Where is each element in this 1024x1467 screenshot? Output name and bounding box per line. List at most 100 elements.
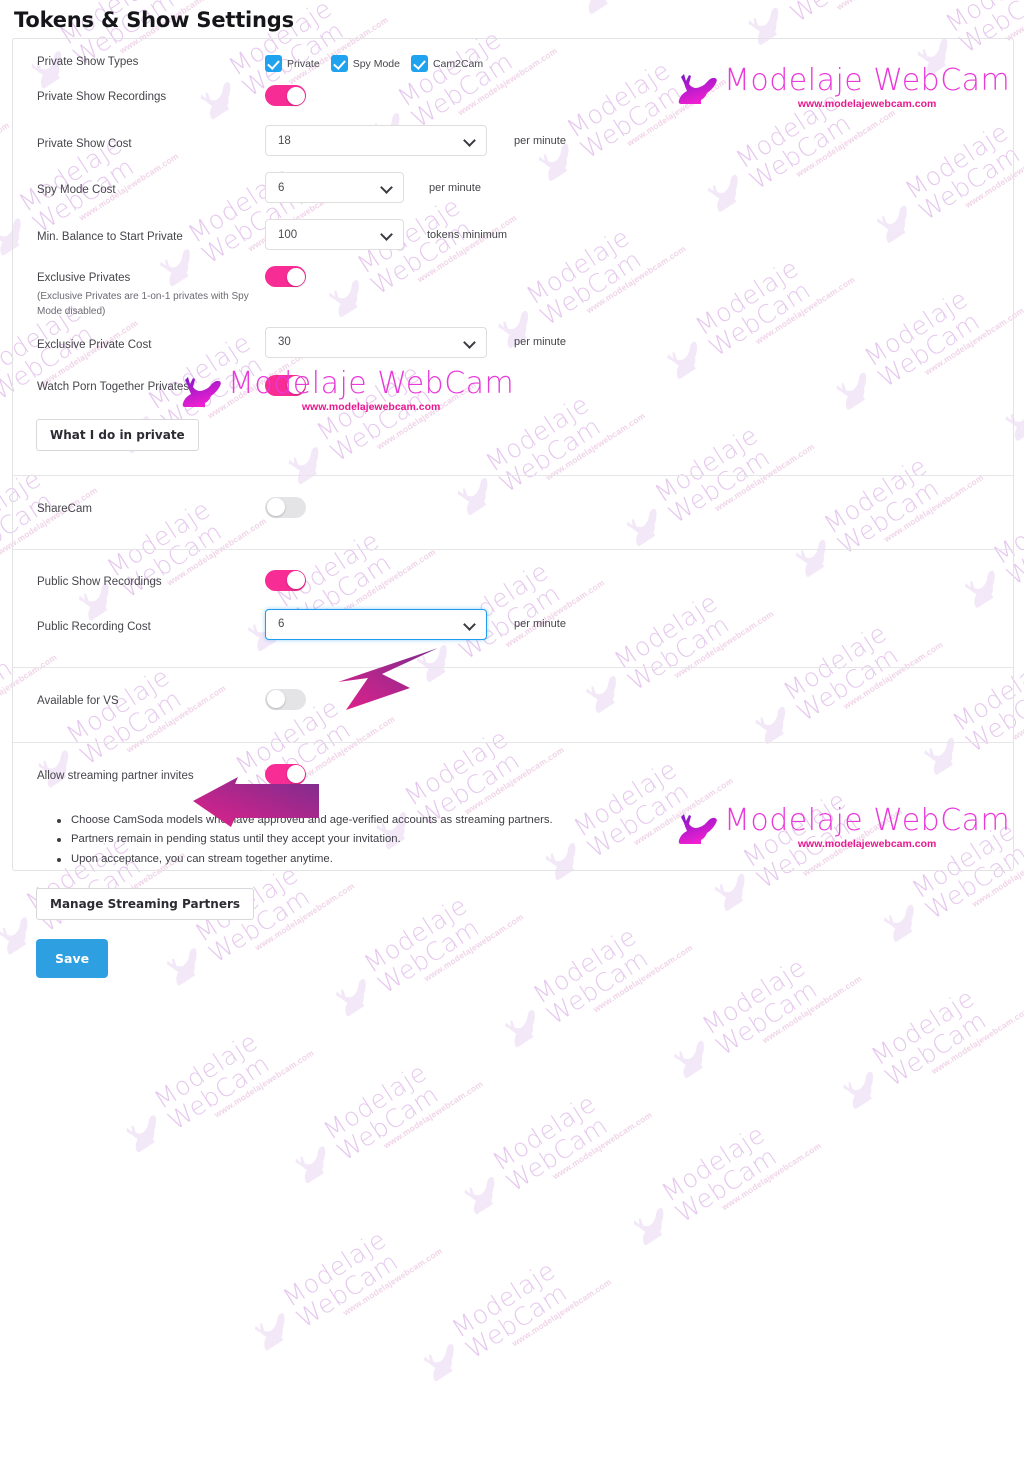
chevron-down-icon xyxy=(382,182,393,193)
row-private-show-cost: Private Show Cost 18 per minute xyxy=(13,111,1013,156)
watermark-tile: Modelaje WebCamwww.modelajewebcam.com xyxy=(237,1181,479,1367)
label-exclusive-privates-text: Exclusive Privates xyxy=(37,272,130,284)
label-public-show-recordings: Public Show Recordings xyxy=(13,575,265,591)
row-available-for-vs: Available for VS xyxy=(13,668,1013,742)
toggle-available-for-vs[interactable] xyxy=(265,689,306,710)
save-button[interactable]: Save xyxy=(36,939,108,978)
watermark-tile: Modelaje WebCamwww.modelajewebcam.com xyxy=(446,1045,688,1231)
select-value-public-recording-cost: 6 xyxy=(278,618,465,630)
toggle-knob xyxy=(267,690,285,708)
annotation-arrow-streaming-toggle xyxy=(322,640,440,712)
toggle-exclusive-privates[interactable] xyxy=(265,266,306,287)
checkbox-checked-icon[interactable] xyxy=(411,55,428,72)
brand-logo-top: Modelaje WebCam www.modelajewebcam.com xyxy=(674,66,1010,110)
toggle-knob xyxy=(287,268,305,286)
manage-streaming-partners-button[interactable]: Manage Streaming Partners xyxy=(36,888,254,920)
brand-text: Modelaje WebCam www.modelajewebcam.com xyxy=(228,369,514,413)
section-available-for-vs: Available for VS xyxy=(13,668,1013,742)
label-private-show-types: Private Show Types xyxy=(13,55,265,71)
row-sharecam: ShareCam xyxy=(13,476,1013,549)
row-allow-streaming-partner-invites: Allow streaming partner invites xyxy=(13,743,1013,790)
section-public-shows: Public Show Recordings Public Recording … xyxy=(13,550,1013,667)
watermark-tile: Modelaje WebCamwww.modelajewebcam.com xyxy=(406,1212,648,1398)
select-value-spy-mode-cost: 6 xyxy=(278,182,382,194)
control-public-recording-cost: 6 per minute xyxy=(265,609,1013,640)
brand-text: Modelaje WebCam www.modelajewebcam.com xyxy=(724,66,1010,110)
chevron-down-icon xyxy=(465,337,476,348)
label-exclusive-privates: Exclusive Privates (Exclusive Privates a… xyxy=(13,271,265,319)
label-private-show-cost: Private Show Cost xyxy=(13,137,265,153)
checkbox-item-private[interactable]: Private xyxy=(265,55,320,72)
reclining-woman-silhouette-icon xyxy=(674,66,720,110)
suffix-public-recording-cost: per minute xyxy=(514,618,566,630)
select-value-min-balance: 100 xyxy=(278,229,382,241)
label-spy-mode-cost: Spy Mode Cost xyxy=(13,183,265,199)
toggle-sharecam[interactable] xyxy=(265,497,306,518)
chevron-down-icon xyxy=(382,229,393,240)
brand-url: www.modelajewebcam.com xyxy=(724,99,1010,110)
reclining-woman-silhouette-icon xyxy=(178,369,224,413)
checkbox-item-spy-mode[interactable]: Spy Mode xyxy=(331,55,400,72)
watermark-tile: Modelaje WebCamwww.modelajewebcam.com xyxy=(616,1076,858,1262)
section-streaming-partners: Allow streaming partner invites Choose C… xyxy=(13,743,1013,979)
toggle-knob xyxy=(267,498,285,516)
checkbox-label-spy-mode: Spy Mode xyxy=(353,58,400,70)
annotation-arrow-manage-partners-button xyxy=(191,777,321,829)
row-min-balance-to-start-private: Min. Balance to Start Private 100 tokens… xyxy=(13,203,1013,250)
page-root: Tokens & Show Settings Private Show Type… xyxy=(0,0,1024,880)
watermark-tile: Modelaje WebCamwww.modelajewebcam.com xyxy=(277,1014,519,1200)
brand-url: www.modelajewebcam.com xyxy=(228,402,514,413)
select-public-recording-cost[interactable]: 6 xyxy=(265,609,487,640)
checkbox-label-private: Private xyxy=(287,58,320,70)
brand-text: Modelaje WebCam www.modelajewebcam.com xyxy=(724,806,1010,850)
brand-name: Modelaje WebCam xyxy=(228,369,514,399)
row-exclusive-privates: Exclusive Privates (Exclusive Privates a… xyxy=(13,250,1013,319)
brand-name: Modelaje WebCam xyxy=(724,66,1010,96)
suffix-min-balance: tokens minimum xyxy=(427,229,507,241)
toggle-private-show-recordings[interactable] xyxy=(265,85,306,106)
label-available-for-vs: Available for VS xyxy=(13,694,265,710)
label-exclusive-private-cost: Exclusive Private Cost xyxy=(13,338,265,354)
toggle-public-show-recordings[interactable] xyxy=(265,570,306,591)
label-private-show-recordings: Private Show Recordings xyxy=(13,90,265,106)
select-value-exclusive-private-cost: 30 xyxy=(278,336,465,348)
checkbox-checked-icon[interactable] xyxy=(331,55,348,72)
select-spy-mode-cost[interactable]: 6 xyxy=(265,172,404,203)
watermark-tile: Modelaje WebCamwww.modelajewebcam.com xyxy=(108,983,350,1169)
brand-url: www.modelajewebcam.com xyxy=(724,839,1010,850)
select-exclusive-private-cost[interactable]: 30 xyxy=(265,327,487,358)
what-i-do-in-private-button[interactable]: What I do in private xyxy=(36,419,199,451)
control-private-show-cost: 18 per minute xyxy=(265,125,1013,156)
select-private-show-cost[interactable]: 18 xyxy=(265,125,487,156)
toggle-knob xyxy=(287,571,305,589)
suffix-spy-mode-cost: per minute xyxy=(429,182,481,194)
checkbox-checked-icon[interactable] xyxy=(265,55,282,72)
toggle-knob xyxy=(287,87,305,105)
checkbox-item-cam2cam[interactable]: Cam2Cam xyxy=(411,55,483,72)
chevron-down-icon xyxy=(465,619,476,630)
page-title: Tokens & Show Settings xyxy=(0,0,1024,38)
reclining-woman-silhouette-icon xyxy=(674,806,720,850)
brand-logo-middle: Modelaje WebCam www.modelajewebcam.com xyxy=(178,369,514,413)
suffix-exclusive-private-cost: per minute xyxy=(514,336,566,348)
select-min-balance-to-start-private[interactable]: 100 xyxy=(265,219,404,250)
list-item: Upon acceptance, you can stream together… xyxy=(57,851,1013,869)
save-button-container: Save xyxy=(13,920,1013,978)
row-spy-mode-cost: Spy Mode Cost 6 per minute xyxy=(13,156,1013,203)
manage-streaming-partners-container: Manage Streaming Partners xyxy=(13,870,1013,920)
label-public-recording-cost: Public Recording Cost xyxy=(13,620,265,636)
section-sharecam: ShareCam xyxy=(13,476,1013,549)
control-min-balance-to-start-private: 100 tokens minimum xyxy=(265,219,1013,250)
control-public-show-recordings xyxy=(265,570,1013,596)
control-sharecam xyxy=(265,497,1013,523)
brand-logo-bottom: Modelaje WebCam www.modelajewebcam.com xyxy=(674,806,1010,850)
settings-card: Private Show Types Private Spy Mode xyxy=(12,38,1014,871)
control-exclusive-private-cost: 30 per minute xyxy=(265,327,1013,358)
control-exclusive-privates xyxy=(265,266,1013,292)
label-min-balance-to-start-private: Min. Balance to Start Private xyxy=(13,230,265,246)
row-public-show-recordings: Public Show Recordings xyxy=(13,550,1013,596)
select-value-private-show-cost: 18 xyxy=(278,135,465,147)
row-exclusive-private-cost: Exclusive Private Cost 30 per minute xyxy=(13,319,1013,358)
checkbox-label-cam2cam: Cam2Cam xyxy=(433,58,483,70)
label-sharecam: ShareCam xyxy=(13,502,265,518)
